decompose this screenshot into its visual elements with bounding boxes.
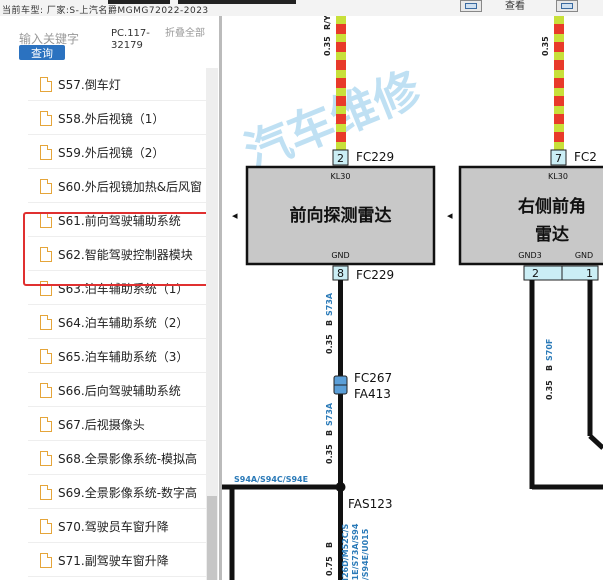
list-item-label: S69.全景影像系统-数字高	[58, 485, 198, 500]
wire-color-label: B	[545, 365, 554, 371]
window-view-button[interactable]	[460, 0, 482, 12]
list-item[interactable]: S69.全景影像系统-数字高	[28, 476, 206, 509]
list-item-label: S71.副驾驶车窗升降	[58, 553, 169, 568]
query-button[interactable]: 查询	[19, 45, 65, 60]
wire-gauge-label: 0.35	[325, 444, 334, 464]
splice-list-line: 51E/S73A/S94	[351, 523, 360, 580]
document-icon	[40, 518, 52, 534]
search-row: 输入关键字 查询 PC.117-32179 折叠全部	[0, 16, 222, 72]
list-item[interactable]: S60.外后视镜加热&后风窗	[28, 170, 206, 203]
document-icon	[40, 76, 52, 92]
highlight-box	[23, 212, 210, 286]
pin-number: 8	[337, 267, 344, 280]
pin-function-label: GND3	[518, 251, 541, 260]
splice-dot	[335, 482, 346, 492]
diagram-canvas: 汽车维修 0.35 R/Y 0.35 2 FC229 7 FC2 KL30 前向…	[222, 15, 603, 580]
pin-function-label: GND	[331, 251, 349, 260]
wire-gauge-label: 0.35	[541, 36, 550, 56]
wire-gauge-label: 0.75	[325, 556, 334, 576]
wire-gauge-label: 0.35	[325, 334, 334, 354]
wire-ground-right-2-bend	[588, 434, 603, 450]
left-panel: 输入关键字 查询 PC.117-32179 折叠全部 S57.倒车灯 S58.外…	[0, 16, 222, 580]
connector-label: FC229	[356, 150, 394, 164]
wiring-diagram[interactable]: 汽车维修 0.35 R/Y 0.35 2 FC229 7 FC2 KL30 前向…	[222, 15, 603, 580]
window-view-button-2[interactable]	[556, 0, 578, 12]
document-icon	[40, 348, 52, 364]
list-item-label: S60.外后视镜加热&后风窗	[58, 179, 203, 194]
wire-code-label: S73A	[325, 402, 334, 426]
pin-number: 2	[337, 152, 344, 165]
pin-function-label: KL30	[331, 172, 351, 181]
document-icon	[40, 382, 52, 398]
wire-code-label: S70F	[545, 339, 554, 361]
list-item-label: S58.外后视镜（1）	[58, 111, 165, 126]
splice-list-line: M26D/M52C/S	[341, 523, 350, 580]
list-item-label: S68.全景影像系统-模拟高	[58, 451, 198, 466]
document-icon	[40, 178, 52, 194]
wire-code-label: S73A	[325, 292, 334, 316]
list-scrollbar[interactable]	[206, 68, 218, 580]
list-item[interactable]: S71.副驾驶车窗升降	[28, 544, 206, 577]
view-label: 查看	[505, 1, 525, 12]
list-item[interactable]: S70.驾驶员车窗升降	[28, 510, 206, 543]
document-icon	[40, 144, 52, 160]
document-icon	[40, 450, 52, 466]
list-item[interactable]: S66.后向驾驶辅助系统	[28, 374, 206, 407]
connector-label: FA413	[354, 387, 391, 401]
window-icon	[465, 3, 477, 9]
document-icon	[40, 552, 52, 568]
list-item-label: S67.后视摄像头	[58, 417, 145, 432]
list-item-label: S65.泊车辅助系统（3）	[58, 349, 189, 364]
list-item-label: S64.泊车辅助系统（2）	[58, 315, 189, 330]
pin-function-label: KL30	[548, 172, 568, 181]
scrollbar-thumb[interactable]	[207, 496, 217, 580]
list-item[interactable]: S65.泊车辅助系统（3）	[28, 340, 206, 373]
fold-all-button[interactable]: 折叠全部	[165, 28, 207, 40]
document-icon	[40, 484, 52, 500]
list-item[interactable]: S57.倒车灯	[28, 68, 206, 101]
module-title-line1: 右侧前角	[518, 196, 586, 217]
pin-number: 7	[555, 152, 562, 165]
list-item[interactable]: S59.外后视镜（2）	[28, 136, 206, 169]
module-title-line2: 雷达	[535, 224, 569, 245]
wire-color-label: B	[325, 430, 334, 436]
splice-name: FAS123	[348, 497, 393, 511]
shield-symbol: ◂	[232, 209, 238, 222]
list-item[interactable]: S64.泊车辅助系统（2）	[28, 306, 206, 339]
connector-label: FC229	[356, 268, 394, 282]
connector-label: FC267	[354, 371, 392, 385]
pin-number: 2	[532, 267, 539, 280]
shield-symbol: ◂	[447, 209, 453, 222]
wire-color-label: B	[325, 542, 334, 548]
wire-color-label: R/Y	[323, 16, 332, 30]
pc-code: PC.117-32179	[111, 28, 150, 51]
list-item-label: S57.倒车灯	[58, 77, 121, 92]
pin-number: 1	[586, 267, 593, 280]
car-info-text: 当前车型: 厂家:S-上汽名爵MGMG72022-2023	[2, 6, 209, 16]
connector-label: FC2	[574, 150, 597, 164]
wire-gauge-label: 0.35	[545, 380, 554, 400]
splice-bus-label: S94A/S94C/S94E	[234, 475, 308, 484]
pin-function-label: GND	[575, 251, 593, 260]
document-icon	[40, 110, 52, 126]
module-title: 前向探测雷达	[290, 205, 392, 226]
splice-list-line: C/S94E/U015	[361, 528, 370, 580]
app-root: 当前车型: 厂家:S-上汽名爵MGMG72022-2023 查看 输入关键字 查…	[0, 0, 603, 580]
top-header: 当前车型: 厂家:S-上汽名爵MGMG72022-2023 查看	[0, 0, 603, 16]
wire-color-label: B	[325, 320, 334, 326]
list-item-label: S59.外后视镜（2）	[58, 145, 165, 160]
window-icon-2	[561, 3, 573, 9]
list-item[interactable]: S67.后视摄像头	[28, 408, 206, 441]
list-item-label: S66.后向驾驶辅助系统	[58, 383, 181, 398]
wire-gauge-label: 0.35	[323, 36, 332, 56]
list-item-label: S70.驾驶员车窗升降	[58, 519, 169, 534]
document-icon	[40, 314, 52, 330]
list-item[interactable]: S68.全景影像系统-模拟高	[28, 442, 206, 475]
document-icon	[40, 416, 52, 432]
list-item[interactable]: S58.外后视镜（1）	[28, 102, 206, 135]
